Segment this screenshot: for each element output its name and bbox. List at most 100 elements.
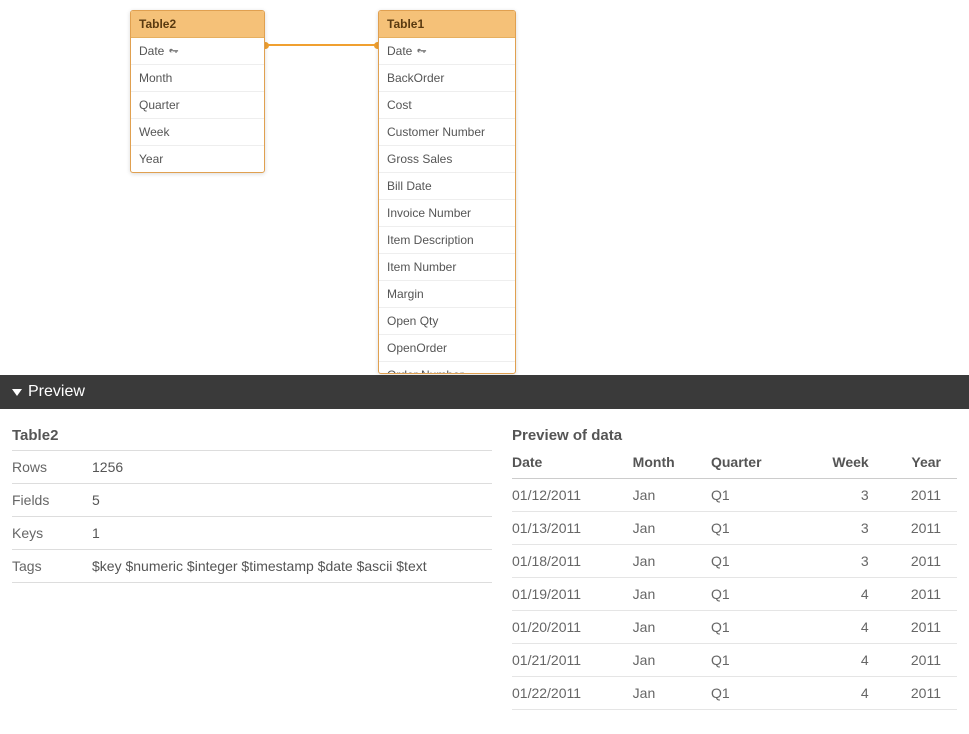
field-row[interactable]: Date [131,38,264,65]
metadata-label: Rows [12,459,92,475]
metadata-row: Keys1 [12,516,492,549]
table-cell: Q1 [711,545,803,578]
table-cell: Jan [633,479,711,512]
data-preview-title: Preview of data [512,427,957,444]
metadata-value: 1 [92,525,100,541]
table-row[interactable]: 01/18/2011JanQ132011 [512,545,957,578]
column-header[interactable]: Date [512,448,633,479]
table-cell: 4 [803,644,885,677]
table-cell: 4 [803,578,885,611]
field-label: Date [139,44,164,58]
table-header-table2[interactable]: Table2 [131,11,264,38]
field-label: OpenOrder [387,341,447,355]
metadata-row: Tags$key $numeric $integer $timestamp $d… [12,549,492,583]
table-cell: Q1 [711,644,803,677]
field-label: Bill Date [387,179,432,193]
column-header[interactable]: Month [633,448,711,479]
field-row[interactable]: Invoice Number [379,200,515,227]
field-row[interactable]: Gross Sales [379,146,515,173]
table2-fields: Date Month Quarter Week Year [131,38,264,172]
table-cell: Jan [633,677,711,710]
table-row[interactable]: 01/21/2011JanQ142011 [512,644,957,677]
field-row[interactable]: Date [379,38,515,65]
field-row[interactable]: Open Qty [379,308,515,335]
field-row[interactable]: Cost [379,92,515,119]
table-cell: Jan [633,545,711,578]
table-cell: 2011 [885,512,957,545]
table-row[interactable]: 01/22/2011JanQ142011 [512,677,957,710]
metadata-rows: Rows1256Fields5Keys1Tags$key $numeric $i… [12,450,492,583]
table-box-table2[interactable]: Table2 Date Month Quarter Week Year [130,10,265,173]
field-label: BackOrder [387,71,444,85]
table-cell: Jan [633,644,711,677]
table-cell: Jan [633,578,711,611]
table-row[interactable]: 01/12/2011JanQ132011 [512,479,957,512]
table-cell: Q1 [711,677,803,710]
data-model-canvas[interactable]: Table2 Date Month Quarter Week Year Table1 D… [0,0,969,375]
field-label: Date [387,44,412,58]
table-cell: 01/19/2011 [512,578,633,611]
table-cell: 3 [803,512,885,545]
field-label: Year [139,152,163,166]
field-label: Quarter [139,98,180,112]
field-label: Month [139,71,172,85]
field-row[interactable]: Margin [379,281,515,308]
metadata-label: Fields [12,492,92,508]
field-row[interactable]: Customer Number [379,119,515,146]
table-header-table1[interactable]: Table1 [379,11,515,38]
table-cell: 3 [803,545,885,578]
field-row[interactable]: Bill Date [379,173,515,200]
table-metadata-panel: Table2 Rows1256Fields5Keys1Tags$key $num… [12,427,492,710]
field-label: Order Number [387,368,464,374]
table-cell: Jan [633,512,711,545]
field-label: Invoice Number [387,206,471,220]
field-label: Open Qty [387,314,438,328]
field-row[interactable]: Month [131,65,264,92]
table-cell: 3 [803,479,885,512]
column-header[interactable]: Week [803,448,885,479]
table-cell: 01/12/2011 [512,479,633,512]
field-row[interactable]: Item Number [379,254,515,281]
table-row[interactable]: 01/20/2011JanQ142011 [512,611,957,644]
collapse-icon [12,389,22,396]
metadata-value: 1256 [92,459,123,475]
field-label: Item Description [387,233,474,247]
table-cell: 2011 [885,479,957,512]
preview-panel-title: Preview [28,383,85,401]
metadata-label: Keys [12,525,92,541]
column-header[interactable]: Quarter [711,448,803,479]
metadata-title: Table2 [12,427,492,444]
table-row[interactable]: 01/19/2011JanQ142011 [512,578,957,611]
metadata-row: Fields5 [12,483,492,516]
field-row[interactable]: Week [131,119,264,146]
table-header-row: DateMonthQuarterWeekYear [512,448,957,479]
field-label: Gross Sales [387,152,452,166]
metadata-value: $key $numeric $integer $timestamp $date … [92,558,427,574]
table-cell: 2011 [885,578,957,611]
field-row[interactable]: Quarter [131,92,264,119]
table-row[interactable]: 01/13/2011JanQ132011 [512,512,957,545]
table-box-table1[interactable]: Table1 Date BackOrder Cost Customer Number G… [378,10,516,374]
table-cell: 01/13/2011 [512,512,633,545]
table-cell: Q1 [711,611,803,644]
column-header[interactable]: Year [885,448,957,479]
metadata-row: Rows1256 [12,450,492,483]
key-icon [416,46,427,57]
field-row[interactable]: Year [131,146,264,172]
preview-panel-header[interactable]: Preview [0,375,969,409]
table-cell: 01/18/2011 [512,545,633,578]
metadata-value: 5 [92,492,100,508]
field-row[interactable]: Order Number [379,362,515,374]
table-cell: 4 [803,677,885,710]
table1-fields: Date BackOrder Cost Customer Number Gross Sa… [379,38,515,374]
table-cell: Q1 [711,512,803,545]
field-label: Week [139,125,169,139]
table-cell: 2011 [885,611,957,644]
field-row[interactable]: OpenOrder [379,335,515,362]
field-row[interactable]: BackOrder [379,65,515,92]
table-cell: Q1 [711,479,803,512]
field-label: Cost [387,98,412,112]
table-association-line [265,44,378,46]
field-row[interactable]: Item Description [379,227,515,254]
table-cell: 01/21/2011 [512,644,633,677]
